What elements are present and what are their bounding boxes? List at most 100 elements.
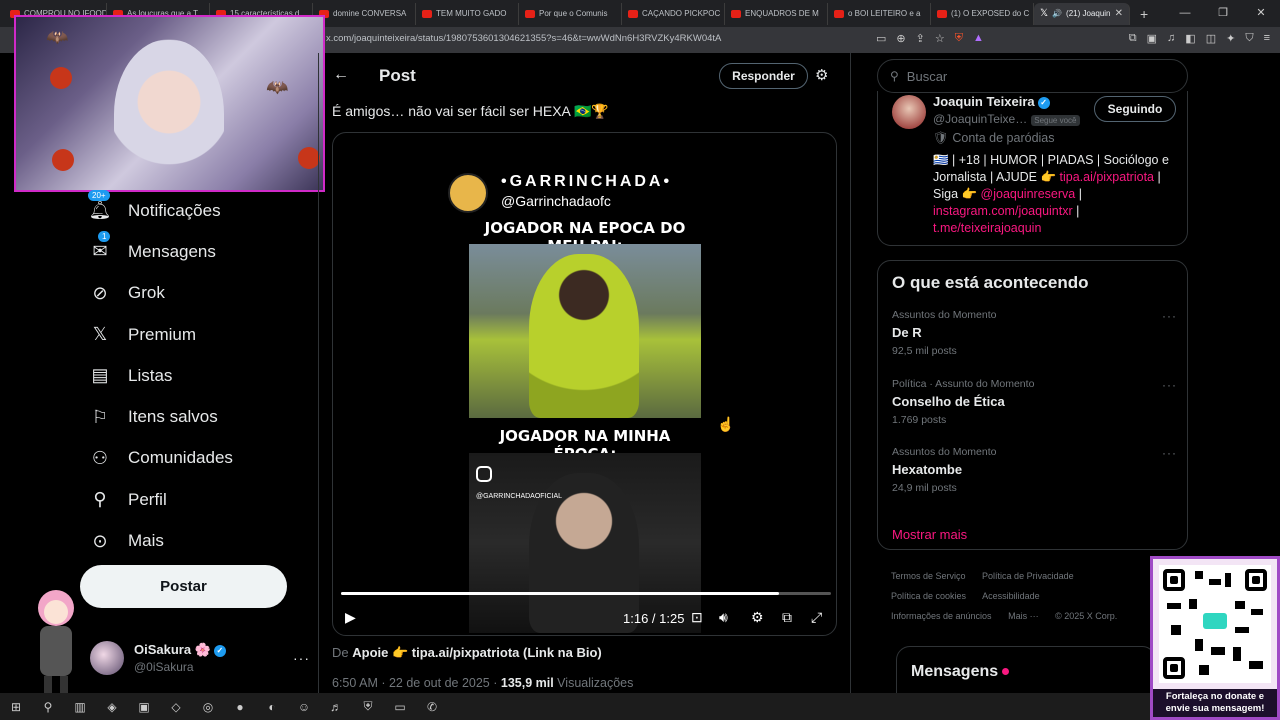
reply-button[interactable]: Responder	[719, 63, 808, 89]
task-view-icon[interactable]: ▥	[64, 700, 96, 714]
url-field[interactable]: x.com/joaquinteixeira/status/19807536013…	[326, 33, 721, 44]
close-tab-icon[interactable]: ✕	[1115, 8, 1123, 19]
video-player[interactable]: •GARRINCHADA• @Garrinchadaofc JOGADOR NA…	[332, 132, 837, 636]
sidebar-icon[interactable]: ◧	[1185, 32, 1195, 45]
settings-icon[interactable]: ⚙	[751, 609, 764, 626]
search-input[interactable]: ⚲ Buscar	[877, 59, 1188, 93]
windows-start-icon[interactable]: ⊞	[0, 700, 32, 714]
music-icon[interactable]: ♫	[1167, 32, 1175, 45]
nav-item-premium[interactable]: 𝕏 Premium	[80, 314, 310, 355]
extension-icons: ⧉ ▣ ♫ ◧ ◫ ✦ ⛉ ≡	[1129, 32, 1270, 45]
trends-panel: O que está acontecendo Assuntos do Momen…	[877, 260, 1188, 550]
footer-link[interactable]: Mais ···	[1008, 611, 1039, 621]
more-icon[interactable]: ···	[1162, 309, 1177, 323]
show-more-link[interactable]: Mostrar mais	[892, 527, 967, 542]
speaker-icon: 🔊	[1052, 9, 1063, 18]
tab-label: ENQUADROS DE M	[745, 9, 819, 18]
footer-link[interactable]: Informações de anúncios	[891, 611, 992, 621]
account-switcher[interactable]: OiSakura 🌸 ✓ @0iSakura ···	[90, 640, 310, 676]
share-icon[interactable]: ⇪	[916, 32, 925, 45]
trend-item[interactable]: Assuntos do Momento Hexatombe 24,9 mil p…	[892, 446, 1177, 506]
more-icon[interactable]: ···	[293, 650, 310, 666]
zoom-icon[interactable]: ⊕	[896, 32, 905, 45]
profile-avatar[interactable]	[892, 95, 926, 129]
steam-icon[interactable]: ◎	[192, 700, 224, 714]
footer-link[interactable]: Acessibilidade	[982, 591, 1040, 601]
brave-icon[interactable]: ⛨	[352, 699, 384, 714]
fullscreen-icon[interactable]: ⤢	[811, 609, 822, 626]
tab-label: TEM MUITO GADO	[436, 9, 507, 18]
restore-icon[interactable]: ❐	[1204, 0, 1242, 27]
bio-link[interactable]: tipa.ai/pixpatriota	[1060, 170, 1155, 184]
cast-icon[interactable]: ▭	[876, 32, 886, 45]
browser-tab[interactable]: ENQUADROS DE M	[725, 2, 828, 25]
volume-icon[interactable]: 🔊︎	[719, 609, 728, 626]
trend-count: 24,9 mil posts	[892, 482, 957, 494]
nav-item-messages[interactable]: ✉ 1 Mensagens	[80, 231, 310, 272]
spotify-icon[interactable]: ♬	[320, 700, 352, 714]
brave-rewards-icon[interactable]: ▲	[973, 32, 984, 45]
discord-icon[interactable]: ☺	[288, 700, 320, 714]
wallet2-icon[interactable]: ◫	[1206, 32, 1216, 45]
minimize-icon[interactable]: —	[1166, 0, 1204, 27]
more-icon[interactable]: ···	[1162, 446, 1177, 460]
browser-tab[interactable]: (1) O EXPOSED do C	[931, 2, 1034, 25]
back-arrow-icon[interactable]: ←	[333, 66, 349, 84]
shield-icon[interactable]: ⛉	[1245, 32, 1253, 45]
browser-tab-active[interactable]: 𝕏 🔊 (21) Joaquin ✕	[1034, 2, 1130, 25]
nav-item-more[interactable]: ⊙ Mais	[80, 520, 310, 561]
donate-qr-overlay: Fortaleça no donate e envie sua mensagem…	[1150, 556, 1280, 720]
copilot-icon[interactable]: ◈	[96, 700, 128, 714]
post-header: ← Post Responder ⚙︎	[319, 53, 850, 99]
tweet-text: É amigos… não vai ser fácil ser HEXA 🇧🇷🏆	[332, 103, 609, 119]
footer-link[interactable]: Política de cookies	[891, 591, 966, 601]
pumpkin-decoration	[298, 147, 320, 169]
edge-icon[interactable]: ◐	[256, 700, 288, 714]
footer-link[interactable]: Termos de Serviço	[891, 571, 966, 581]
browser-tab[interactable]: domine CONVERSA	[313, 2, 416, 25]
bio-link[interactable]: t.me/teixeirajoaquin	[933, 221, 1041, 235]
video-progress-bar[interactable]	[341, 592, 831, 595]
wallet-icon[interactable]: ▣	[1147, 32, 1157, 45]
address-bar-actions: ▭ ⊕ ⇪ ☆ ⛨ ▲	[876, 32, 984, 45]
post-button[interactable]: Postar	[80, 565, 287, 608]
qr-code	[1159, 565, 1271, 683]
nav-item-profile[interactable]: ⚲ Perfil	[80, 479, 310, 520]
bio-mention[interactable]: @joaquinreserva	[981, 187, 1076, 201]
menu-icon[interactable]: ≡	[1264, 32, 1270, 45]
nav-item-grok[interactable]: ⊘ Grok	[80, 273, 310, 314]
brave-shield-icon[interactable]: ⛨	[955, 32, 963, 45]
play-icon[interactable]: ▶	[345, 609, 356, 626]
nav-item-lists[interactable]: ▤ Listas	[80, 355, 310, 396]
bookmark-star-icon[interactable]: ☆	[935, 32, 945, 45]
new-tab-icon[interactable]: +	[1130, 6, 1158, 22]
extensions-icon[interactable]: ⧉	[1129, 32, 1137, 45]
search-icon[interactable]: ⚲	[32, 700, 64, 714]
filter-icon[interactable]: ⚙︎	[815, 66, 828, 84]
browser-tab[interactable]: Por que o Comunis	[519, 2, 622, 25]
more-icon[interactable]: ···	[1162, 378, 1177, 392]
source-link[interactable]: Apoie 👉 tipa.ai/pixpatriota (Link na Bio…	[352, 645, 601, 660]
nav-item-communities[interactable]: ⚇ Comunidades	[80, 438, 310, 479]
profile-name[interactable]: Joaquin Teixeira ✓	[933, 94, 1050, 109]
trend-item[interactable]: Assuntos do Momento De R 92,5 mil posts …	[892, 309, 1177, 369]
nav-item-bookmarks[interactable]: ⚐ Itens salvos	[80, 396, 310, 437]
obs-icon[interactable]: ●	[224, 700, 256, 714]
browser-tab[interactable]: o BOI LEITEIRO e a	[828, 2, 931, 25]
footer-link[interactable]: Política de Privacidade	[982, 571, 1074, 581]
whatsapp-icon[interactable]: ✆	[416, 700, 448, 714]
leo-icon[interactable]: ✦	[1226, 32, 1235, 45]
pip-icon[interactable]: ⧉	[782, 609, 792, 626]
close-window-icon[interactable]: ✕	[1242, 0, 1280, 27]
captions-icon[interactable]: ⊡	[691, 609, 703, 626]
trend-item[interactable]: Política · Assunto do Momento Conselho d…	[892, 378, 1177, 438]
bio-link[interactable]: instagram.com/joaquintxr	[933, 204, 1073, 218]
epic-games-icon[interactable]: ◇	[160, 700, 192, 714]
nav-item-notifications[interactable]: 🔔︎ 20+ Notificações	[80, 190, 310, 231]
footer-links: Termos de Serviço Política de Privacidad…	[891, 566, 1181, 626]
browser-tab[interactable]: CAÇANDO PICKPOC	[622, 2, 725, 25]
following-button[interactable]: Seguindo	[1094, 96, 1176, 122]
browser-tab[interactable]: TEM MUITO GADO	[416, 2, 519, 25]
store-icon[interactable]: ▣	[128, 700, 160, 714]
folder-icon[interactable]: ▭	[384, 700, 416, 714]
